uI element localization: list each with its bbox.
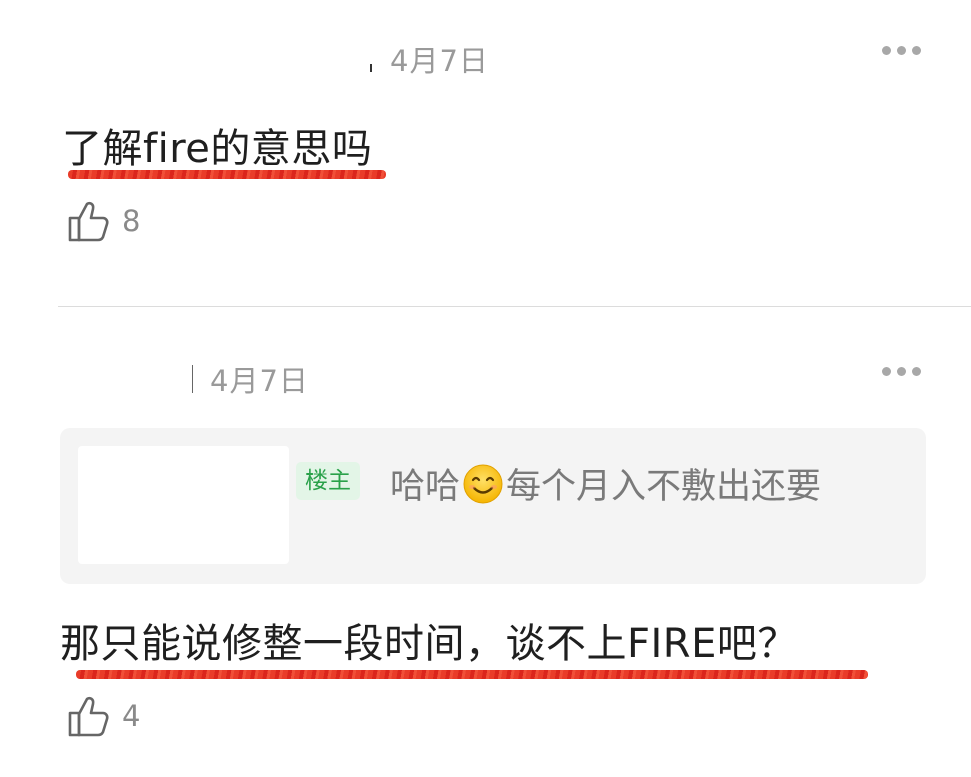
dot-icon xyxy=(912,46,921,55)
comment-item: 4月7日 楼主 哈哈 每个月入不敷出还要 那只能说修整一段时间，谈不上FIRE吧… xyxy=(0,307,971,777)
author-name-fragment xyxy=(192,365,193,393)
dot-icon xyxy=(897,46,906,55)
like-button[interactable]: 8 xyxy=(66,198,140,244)
quoted-author-redacted xyxy=(78,446,289,564)
smiling-face-icon xyxy=(463,464,503,503)
quoted-text: 哈哈 每个月入不敷出还要 xyxy=(390,458,821,509)
comment-date: 4月7日 xyxy=(390,44,489,78)
more-options-button[interactable] xyxy=(882,46,921,55)
comment-item: 4月7日 了解fire的意思吗 8 xyxy=(0,0,971,306)
dot-icon xyxy=(882,46,891,55)
dot-icon xyxy=(882,367,891,376)
comment-date: 4月7日 xyxy=(210,364,309,398)
like-count: 4 xyxy=(122,699,141,733)
quoted-reply[interactable]: 楼主 哈哈 每个月入不敷出还要 xyxy=(60,428,926,584)
red-underline-annotation xyxy=(68,170,386,179)
thumbs-up-icon xyxy=(68,201,109,242)
red-underline-annotation xyxy=(76,670,868,679)
like-button[interactable]: 4 xyxy=(66,693,140,739)
more-options-button[interactable] xyxy=(882,367,921,376)
op-badge: 楼主 xyxy=(296,462,360,500)
author-name-fragment xyxy=(370,64,372,72)
like-count: 8 xyxy=(122,204,141,238)
comment-text: 了解fire的意思吗 xyxy=(62,126,373,172)
dot-icon xyxy=(912,367,921,376)
quoted-text-before: 哈哈 xyxy=(390,467,461,507)
dot-icon xyxy=(897,367,906,376)
comment-text: 那只能说修整一段时间，谈不上FIRE吧？ xyxy=(60,621,798,667)
thumbs-up-icon xyxy=(68,696,109,737)
quoted-text-after: 每个月入不敷出还要 xyxy=(506,467,822,507)
